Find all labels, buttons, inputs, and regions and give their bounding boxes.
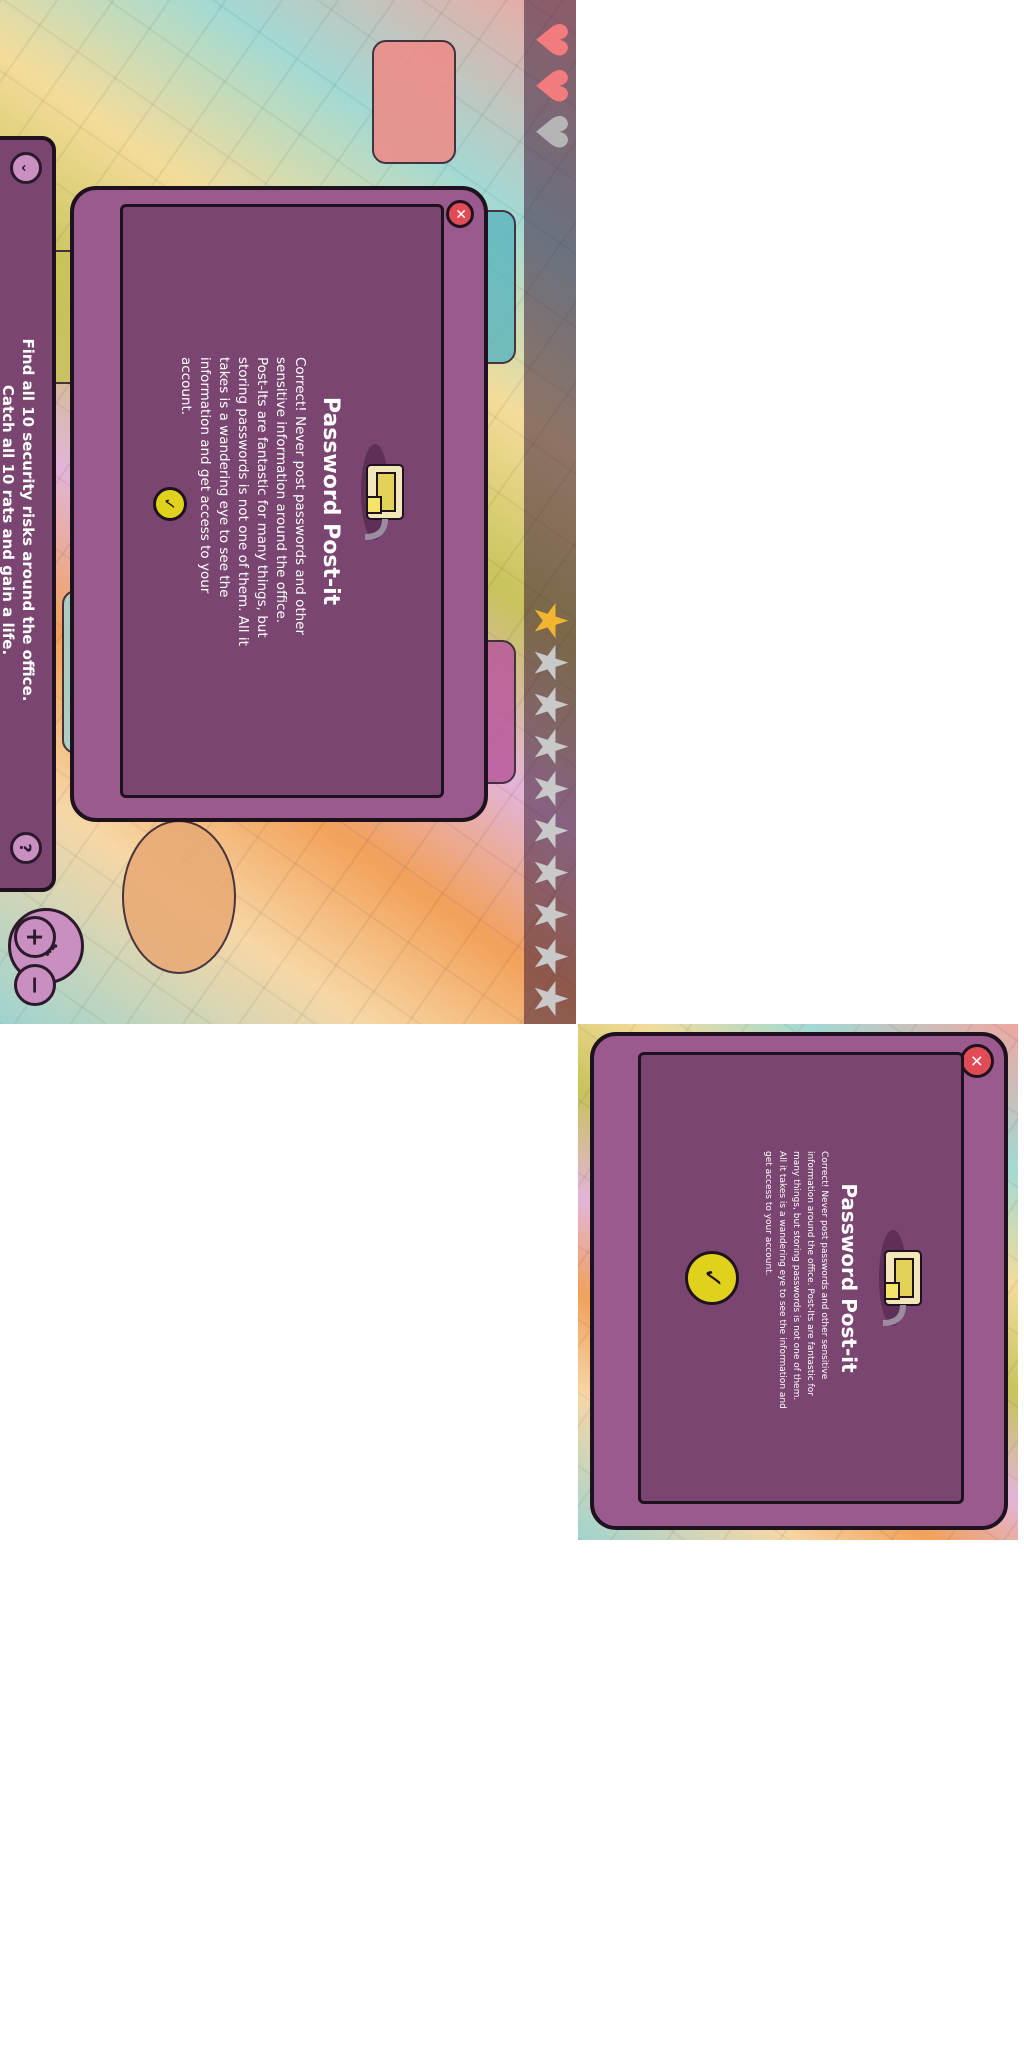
zoom-out-button[interactable]: − — [14, 964, 56, 1006]
risk-star-icon: ★ — [524, 684, 576, 726]
risk-star-icon: ★ — [524, 600, 576, 642]
close-button[interactable]: ✕ — [446, 200, 474, 228]
printer-with-post-it-icon — [347, 437, 425, 547]
game-view-dialog-zoom: ✕ Password Post-it Correct! Never post p… — [578, 1024, 1018, 1540]
dialog-title: Password Post-it — [318, 396, 343, 606]
close-x-icon: ✕ — [967, 1054, 987, 1068]
zoom-in-button[interactable]: + — [14, 916, 56, 958]
help-button[interactable]: ? — [10, 832, 42, 864]
objective-text: Find all 10 security risks around the of… — [0, 310, 38, 730]
dialog-body: Correct! Never post passwords and other … — [763, 1151, 829, 1409]
objectives-panel: ? ⌄ Find all 10 security risks around th… — [0, 136, 56, 892]
risk-star-icon: ★ — [524, 852, 576, 894]
life-heart-icon: ♥ — [525, 112, 576, 152]
checkmark-icon: ✓ — [160, 497, 180, 511]
close-x-icon: ✕ — [452, 208, 468, 220]
dialog-content: Password Post-it Correct! Never post pas… — [638, 1052, 964, 1504]
game-view-main: ★★★★★★★★★★ ♥♥♥ ✥ ? ⌄ Find all 10 securit… — [0, 0, 576, 1024]
risk-star-icon: ★ — [524, 936, 576, 978]
objective-rats: Catch all 10 rats and gain a life. — [0, 384, 17, 656]
objective-risks: Find all 10 security risks around the of… — [19, 338, 37, 702]
life-heart-icon: ♥ — [525, 20, 576, 60]
life-heart-icon: ♥ — [525, 66, 576, 106]
dialog-title: Password Post-it — [837, 1183, 861, 1373]
close-button[interactable]: ✕ — [960, 1044, 994, 1078]
confirm-button[interactable]: ✓ — [153, 487, 187, 521]
printer-with-post-it-icon — [865, 1223, 943, 1333]
checkmark-icon: ✓ — [697, 1267, 727, 1289]
dialog-content: Password Post-it Correct! Never post pas… — [120, 204, 444, 798]
risk-star-icon: ★ — [524, 810, 576, 852]
dialog-frame: ✕ Password Post-it Correct! Never post p… — [70, 186, 488, 822]
risk-star-icon: ★ — [524, 726, 576, 768]
confirm-button[interactable]: ✓ — [685, 1251, 739, 1305]
chevron-icon: ⌄ — [18, 162, 34, 174]
collapse-panel-button[interactable]: ⌄ — [10, 152, 42, 184]
risk-star-icon: ★ — [524, 642, 576, 684]
risk-star-icon: ★ — [524, 768, 576, 810]
risk-star-icon: ★ — [524, 978, 576, 1020]
dialog-body: Correct! Never post passwords and other … — [178, 357, 308, 646]
dialog-frame: ✕ Password Post-it Correct! Never post p… — [590, 1032, 1008, 1530]
risk-star-icon: ★ — [524, 894, 576, 936]
